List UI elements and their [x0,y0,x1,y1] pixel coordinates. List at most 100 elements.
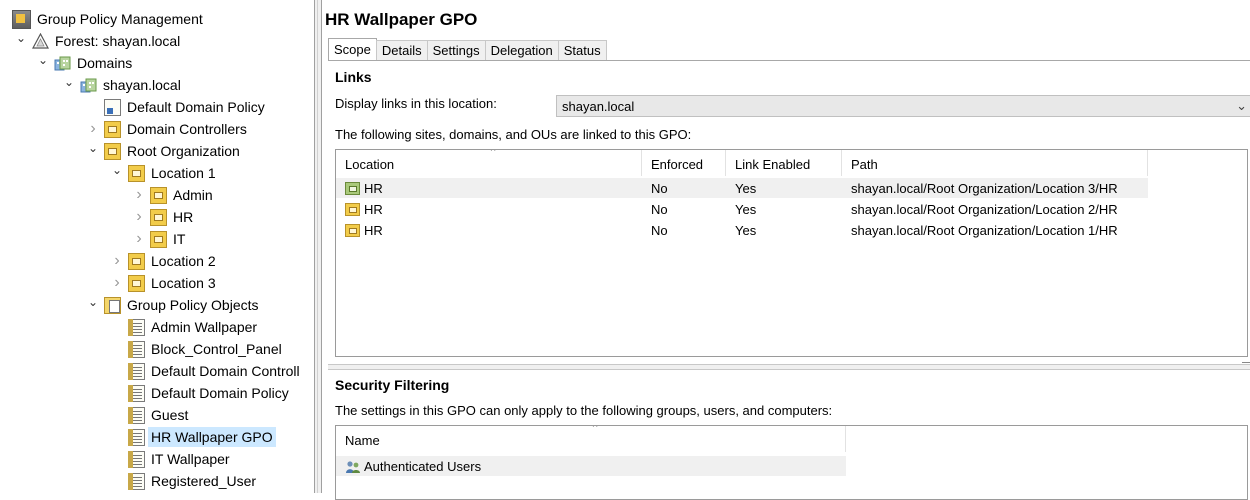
tree-item[interactable]: ⌄ Location 1 [110,162,216,184]
tree-item[interactable]: › Domain Controllers [86,118,247,140]
tree-item[interactable]: › Admin [132,184,213,206]
cell-text: HR [364,201,383,217]
expand-chevron-icon[interactable]: ⌄ [86,295,100,309]
link-cell-location: HR [336,223,642,238]
gpo-icon [128,406,145,424]
security-filtering-list[interactable]: Name ⌃ Authenticated Users [335,425,1248,500]
expand-chevron-icon[interactable]: ⌄ [14,31,28,45]
tree-item-label: Default Domain Policy [151,385,289,401]
tree-item[interactable]: ⌄ Group Policy Objects [86,294,259,316]
gpo-icon [128,450,145,468]
gpo-link-icon [104,98,121,116]
column-header-location[interactable]: Location ⌃ [336,150,642,176]
tree-item[interactable]: ⌄ shayan.local [62,74,181,96]
tree-item-label: Root Organization [127,143,240,159]
gpo-icon [128,340,145,358]
pane-splitter[interactable] [314,0,322,493]
sort-ascending-icon: ⌃ [488,149,498,159]
link-row[interactable]: HR No Yes shayan.local/Root Organization/Lo… [336,178,1148,198]
console-tree: Group Policy Management ⌄ Forest: shayan.l… [0,0,314,493]
tree-item[interactable]: › Location 3 [110,272,216,294]
link-cell-enforced: No [642,202,726,217]
tree-item-label: shayan.local [103,77,181,93]
security-principal-row[interactable]: Authenticated Users [336,456,846,476]
tree-item[interactable]: Default Domain Controll [110,360,300,382]
section-splitter[interactable] [328,362,1250,370]
column-header-name[interactable]: Name ⌃ [336,426,846,452]
tree-item[interactable]: Guest [110,404,188,426]
tree-item-label: Domains [77,55,133,71]
column-label: Name [345,433,380,448]
details-pane: HR Wallpaper GPO Scope Details Settings … [322,0,1250,500]
ou-icon [150,208,167,226]
tab-details[interactable]: Details [375,40,428,60]
cell-text: No [651,222,668,238]
tree-item[interactable]: Default Domain Policy [86,96,265,118]
cell-text: shayan.local/Root Organization/Location … [851,222,1118,238]
expand-chevron-icon[interactable]: ⌄ [110,163,124,177]
links-list[interactable]: Location ⌃ Enforced Link Enabled Path HR… [335,149,1248,357]
ou-icon [150,230,167,248]
tree-item[interactable]: Group Policy Management [12,8,203,30]
tab-scope[interactable]: Scope [328,38,377,60]
tree-item[interactable]: › IT [132,228,185,250]
tree-item[interactable]: › HR [132,206,193,228]
tab-settings[interactable]: Settings [426,40,486,60]
collapse-chevron-icon[interactable]: › [110,274,124,291]
collapse-chevron-icon[interactable]: › [132,230,146,247]
tree-item[interactable]: › Location 2 [110,250,216,272]
tab-status[interactable]: Status [557,40,607,60]
ou-icon [128,164,145,182]
tree-item[interactable]: ⌄ Domains [36,52,132,74]
tab-strip: Scope Details Settings Delegation Status [328,38,607,60]
links-description: The following sites, domains, and OUs ar… [335,127,692,142]
tree-item[interactable]: ⌄ Forest: shayan.local [14,30,180,52]
tree-item[interactable]: Registered_User [110,470,256,492]
collapse-chevron-icon[interactable]: › [110,252,124,269]
expand-chevron-icon[interactable]: ⌄ [36,53,50,67]
cell-text: HR [364,180,383,196]
display-links-label: Display links in this location: [335,96,497,111]
collapse-chevron-icon[interactable]: › [86,120,100,137]
collapse-chevron-icon[interactable]: › [132,186,146,203]
tree-item[interactable]: Default Domain Policy [110,382,289,404]
ou-icon [345,202,360,216]
display-links-dropdown[interactable]: shayan.local ⌄ [556,95,1250,117]
column-header-link-enabled[interactable]: Link Enabled [726,150,842,176]
column-header-path[interactable]: Path [842,150,1148,176]
column-label: Link Enabled [735,157,811,172]
link-cell-link-enabled: Yes [726,202,842,217]
ou-icon [150,186,167,204]
column-header-enforced[interactable]: Enforced [642,150,726,176]
tree-item[interactable]: Block_Control_Panel [110,338,282,360]
tree-item[interactable]: Admin Wallpaper [110,316,257,338]
link-row[interactable]: HR No Yes shayan.local/Root Organization/Lo… [336,220,1148,240]
tree-item-label: Location 2 [151,253,216,269]
tree-item[interactable]: ⌄ Root Organization [86,140,240,162]
expand-chevron-icon[interactable]: ⌄ [86,141,100,155]
tree-item-label: Admin Wallpaper [151,319,258,335]
tree-item[interactable]: HR Wallpaper GPO [110,426,276,448]
ou-icon [104,142,121,160]
scope-tab-panel: Links Display links in this location: sh… [328,60,1250,500]
chevron-down-icon[interactable]: ⌄ [1236,98,1247,114]
tree-item[interactable]: IT Wallpaper [110,448,230,470]
tab-delegation[interactable]: Delegation [484,40,559,60]
collapse-chevron-icon[interactable]: › [132,208,146,225]
link-row[interactable]: HR No Yes shayan.local/Root Organization/Lo… [336,199,1148,219]
group-policy-management-icon [12,9,31,29]
tree-item-label: Default Domain Controll [151,363,300,379]
security-list-header: Name ⌃ [336,426,846,452]
security-cell-name: Authenticated Users [336,459,481,474]
display-links-value: shayan.local [562,98,635,114]
tree-item-label: Location 1 [151,165,216,181]
expand-chevron-icon[interactable]: ⌄ [62,75,76,89]
link-cell-enforced: No [642,181,726,196]
cell-text: No [651,201,668,217]
links-heading: Links [335,69,372,85]
